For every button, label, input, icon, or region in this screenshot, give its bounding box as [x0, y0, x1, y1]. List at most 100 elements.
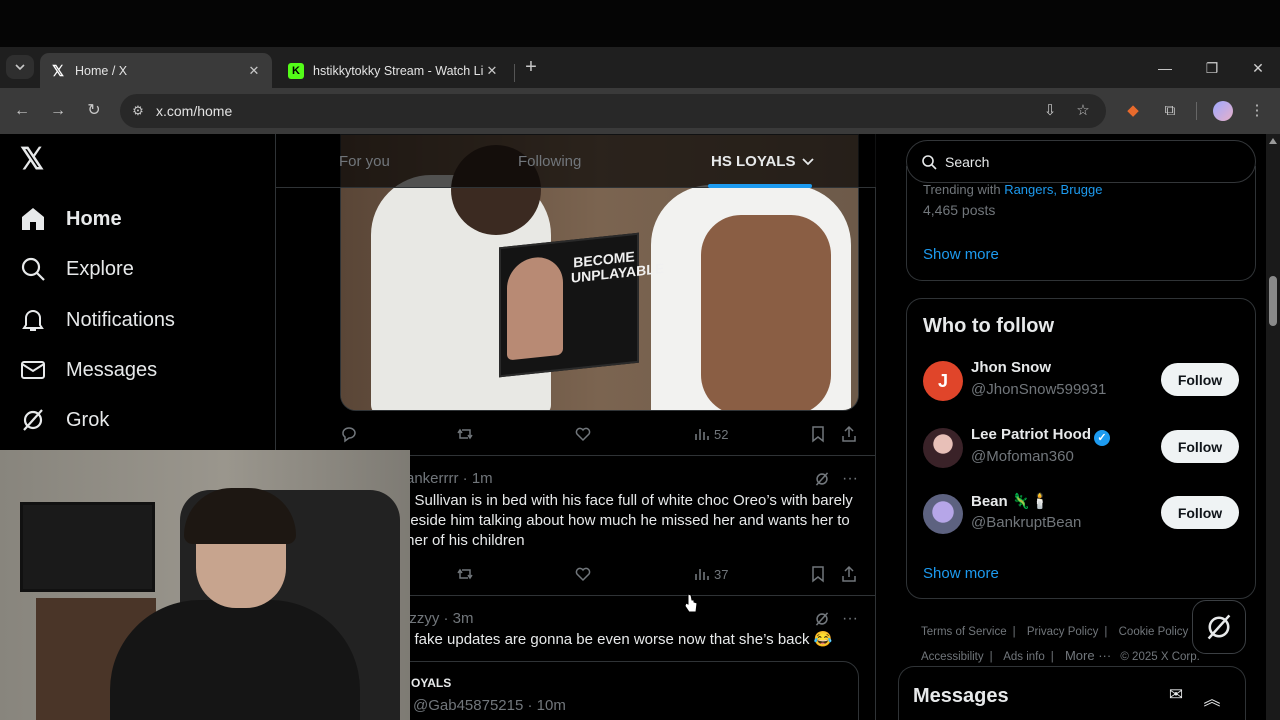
close-icon[interactable]: ✕	[484, 63, 500, 79]
share-icon[interactable]	[840, 423, 858, 445]
chevron-up-double-icon[interactable]: ︽	[1201, 685, 1223, 709]
forward-arrow-icon[interactable]: →	[47, 100, 69, 122]
nav-item-notifications[interactable]: Notifications	[20, 300, 175, 340]
toolbar-separator	[1196, 102, 1197, 120]
tab-title: hstikkytokky Stream - Watch Li	[313, 63, 484, 78]
footer-separator: |	[1104, 626, 1108, 638]
x-logo-icon[interactable]: 𝕏	[20, 145, 48, 175]
grok-floating-button[interactable]	[1192, 600, 1246, 654]
bookmark-icon[interactable]	[809, 423, 827, 445]
browser-toolbar: ← → ↻ ⚙ x.com/home ⇩ ☆ ◆ ⧉ ⋮	[0, 88, 1280, 134]
tab-for-you[interactable]: For you	[339, 134, 390, 188]
follow-button[interactable]: Follow	[1161, 363, 1239, 396]
reply-icon[interactable]	[340, 423, 358, 445]
close-icon[interactable]: ✕	[246, 63, 262, 79]
grok-icon[interactable]	[814, 471, 830, 487]
more-dots-icon[interactable]: ···	[842, 610, 858, 628]
right-sidebar: Trending with Rangers, Brugge 4,465 post…	[876, 134, 1266, 720]
nav-label: Home	[66, 207, 122, 230]
follow-button[interactable]: Follow	[1161, 496, 1239, 529]
user-name-row[interactable]: Lee Patriot Hood ✓	[971, 426, 1111, 446]
bookmark-icon[interactable]	[809, 563, 827, 585]
follow-button[interactable]: Follow	[1161, 430, 1239, 463]
tab-hs-loyals[interactable]: HS LOYALS	[711, 134, 815, 188]
verified-badge-icon: ✓	[1094, 430, 1111, 446]
tab-title: Home / X	[75, 63, 128, 78]
post-text: e Sullivan is in bed with his face full …	[402, 492, 853, 549]
user-name[interactable]: Jhon Snow	[971, 359, 1051, 376]
avatar[interactable]	[923, 428, 963, 468]
more-dots-icon[interactable]: ···	[842, 470, 858, 488]
new-tab-button[interactable]: +	[520, 57, 542, 79]
webcam-overlay	[0, 450, 410, 720]
image-tattooed-arm	[701, 215, 831, 410]
restore-button[interactable]: ❐	[1197, 57, 1227, 79]
webcam-person-body	[110, 600, 360, 720]
messages-drawer-title: Messages	[913, 685, 1009, 707]
trend-context[interactable]: Trending with Rangers, Brugge	[923, 182, 1102, 197]
footer-link-privacy[interactable]: Privacy Policy	[1027, 626, 1099, 638]
back-arrow-icon[interactable]: ←	[11, 100, 33, 122]
messages-drawer[interactable]: Messages ✉ ︽	[898, 666, 1246, 720]
avatar[interactable]	[923, 494, 963, 534]
who-to-follow-show-more-link[interactable]: Show more	[923, 565, 999, 582]
follow-suggestion[interactable]: Lee Patriot Hood ✓ @Mofoman360 Follow	[923, 426, 1241, 470]
repost-icon[interactable]	[456, 563, 474, 585]
trends-show-more-link[interactable]: Show more	[923, 246, 999, 263]
user-name-row[interactable]: Bean 🦎🕯️	[971, 492, 1049, 510]
views-count: 52	[714, 426, 729, 442]
footer-more-link[interactable]: More ···	[1065, 648, 1111, 663]
scroll-up-arrow-icon[interactable]	[1269, 138, 1277, 144]
follow-suggestion[interactable]: Bean 🦎🕯️ @BankruptBean Follow	[923, 492, 1241, 536]
browser-tab-home[interactable]: 𝕏 Home / X ✕	[40, 53, 272, 88]
user-handle: @BankruptBean	[971, 514, 1082, 531]
active-tab-indicator	[708, 184, 812, 188]
install-app-icon[interactable]: ⇩	[1038, 94, 1062, 128]
post-text: d fake updates are gonna be even worse n…	[402, 631, 833, 648]
like-heart-icon[interactable]	[574, 423, 592, 445]
reload-icon[interactable]: ↻	[83, 100, 105, 122]
nav-label: Explore	[66, 257, 134, 280]
views-chart-icon	[695, 569, 709, 580]
site-settings-icon[interactable]: ⚙	[128, 103, 148, 119]
footer-link-accessibility[interactable]: Accessibility	[921, 651, 984, 663]
search-placeholder: Search	[945, 153, 990, 170]
browser-tab-kick[interactable]: K hstikkytokky Stream - Watch Li ✕	[278, 53, 510, 88]
footer-link-ads-info[interactable]: Ads info	[1003, 651, 1045, 663]
scrollbar-thumb[interactable]	[1269, 276, 1277, 326]
search-icon	[20, 256, 46, 282]
grok-icon[interactable]	[814, 611, 830, 627]
menu-dots-icon[interactable]: ⋮	[1246, 100, 1268, 122]
nav-item-messages[interactable]: Messages	[20, 350, 157, 390]
footer-link-terms[interactable]: Terms of Service	[921, 626, 1007, 638]
tab-following[interactable]: Following	[518, 134, 581, 188]
views-stat[interactable]: 37	[692, 563, 728, 585]
repost-icon[interactable]	[456, 423, 474, 445]
quoted-post-card[interactable]: OYALS @Gab45875215 · 10m	[340, 661, 859, 720]
extensions-puzzle-icon[interactable]: ⧉	[1159, 100, 1181, 122]
tab-search-button[interactable]	[6, 55, 34, 79]
share-icon[interactable]	[840, 563, 858, 585]
quoted-author-handle: @Gab45875215 · 10m	[413, 697, 566, 714]
new-message-icon[interactable]: ✉	[1165, 685, 1187, 707]
follow-suggestion[interactable]: J Jhon Snow @JhonSnow599931 Follow	[923, 359, 1241, 403]
nav-item-home[interactable]: Home	[20, 199, 122, 239]
nav-item-explore[interactable]: Explore	[20, 249, 134, 289]
user-handle: @JhonSnow599931	[971, 381, 1107, 398]
minimize-button[interactable]: —	[1150, 57, 1180, 79]
views-stat[interactable]: 52	[692, 423, 728, 445]
profile-avatar[interactable]	[1213, 101, 1233, 121]
search-input[interactable]: Search	[906, 140, 1256, 183]
nav-item-grok[interactable]: Grok	[20, 400, 109, 440]
address-bar[interactable]: ⚙ x.com/home ⇩ ☆	[120, 94, 1106, 128]
avatar[interactable]: J	[923, 361, 963, 401]
who-to-follow-title: Who to follow	[923, 315, 1055, 337]
bookmark-star-icon[interactable]: ☆	[1071, 94, 1095, 128]
trend-links[interactable]: Rangers, Brugge	[1004, 182, 1102, 197]
extension-fox-icon[interactable]: ◆	[1122, 100, 1144, 122]
page-scrollbar[interactable]	[1266, 134, 1280, 720]
window-close-button[interactable]: ✕	[1243, 57, 1273, 79]
trend-count: 4,465 posts	[923, 202, 996, 218]
like-heart-icon[interactable]	[574, 563, 592, 585]
footer-link-cookie[interactable]: Cookie Policy	[1119, 626, 1189, 638]
